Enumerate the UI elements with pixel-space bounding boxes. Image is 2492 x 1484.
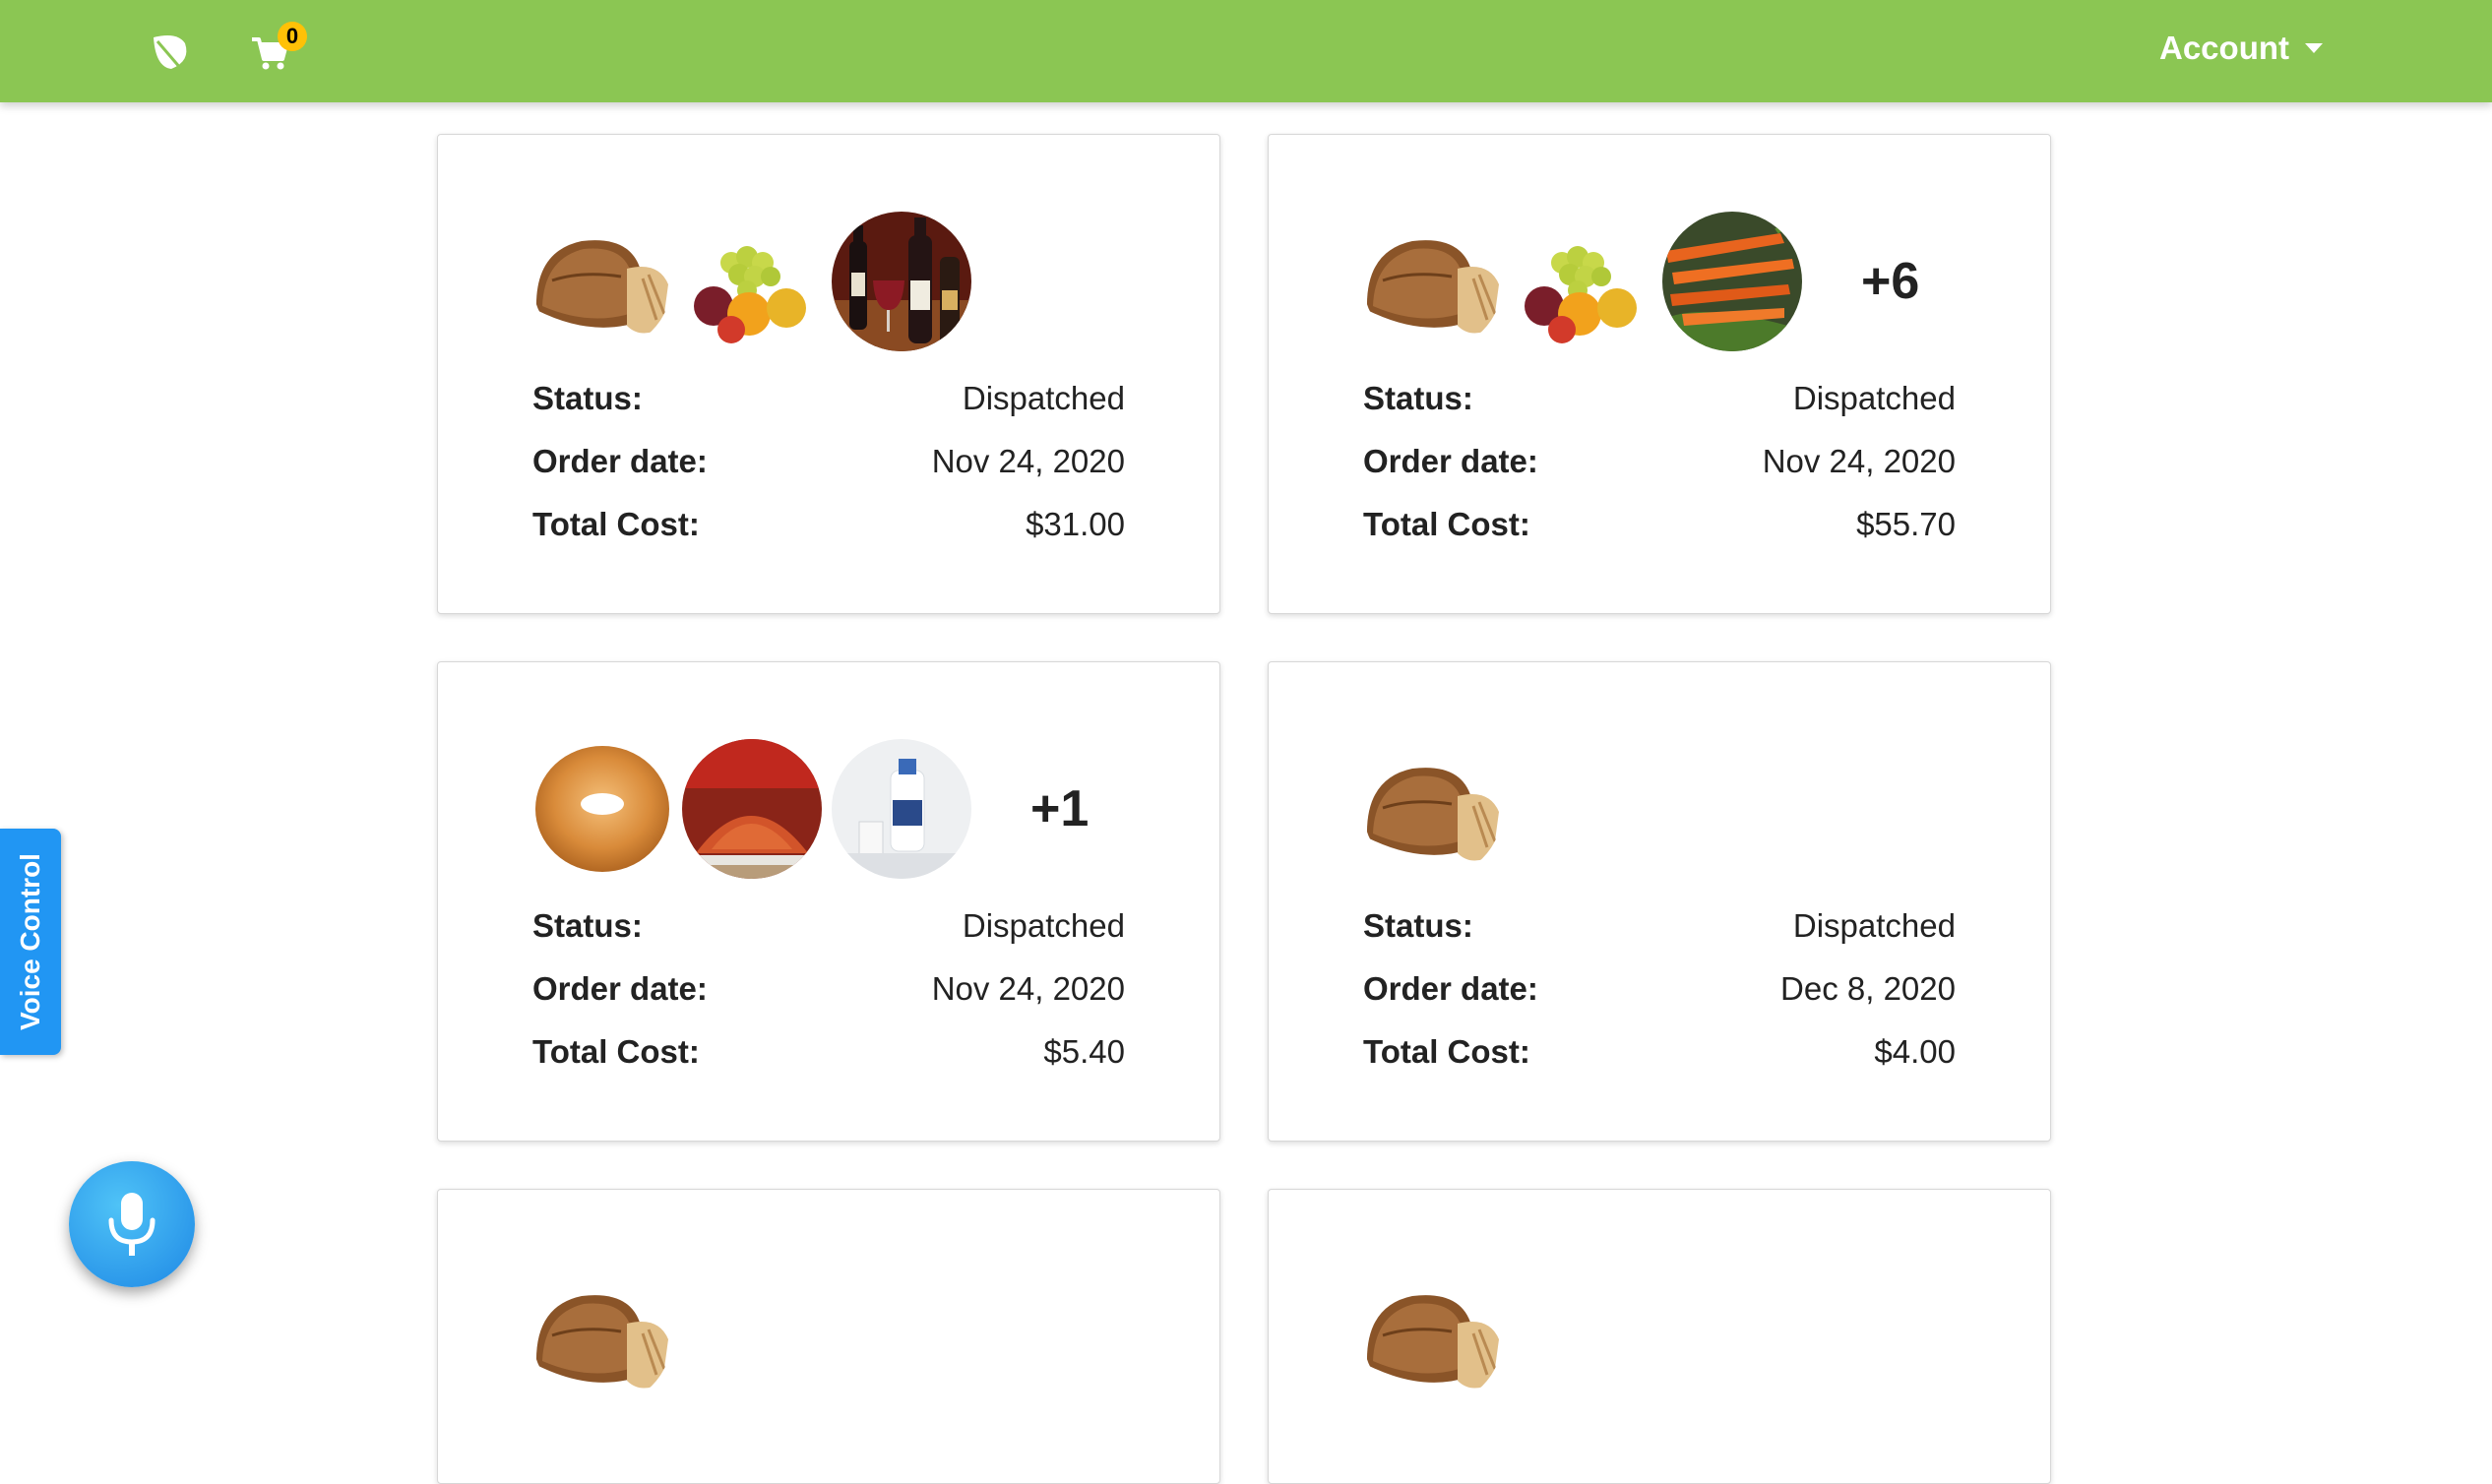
account-dropdown[interactable]: Account xyxy=(2159,30,2323,67)
bread-thumbnail xyxy=(1363,212,1503,351)
order-date-row: Order date: Nov 24, 2020 xyxy=(532,430,1125,493)
status-value: Dispatched xyxy=(962,907,1125,944)
order-date-row: Order date: Nov 24, 2020 xyxy=(1363,430,1956,493)
status-row: Status: Dispatched xyxy=(1363,367,1956,430)
bread-thumbnail xyxy=(1363,1267,1503,1406)
cart-count-badge: 0 xyxy=(278,22,307,51)
status-row: Status: Dispatched xyxy=(532,367,1125,430)
order-date-value: Dec 8, 2020 xyxy=(1780,970,1956,1007)
status-row: Status: Dispatched xyxy=(532,895,1125,958)
order-date-row: Order date: Nov 24, 2020 xyxy=(532,958,1125,1020)
bread-thumbnail xyxy=(532,1267,672,1406)
order-date-row: Order date: Dec 8, 2020 xyxy=(1363,958,1956,1020)
total-cost-row: Total Cost: $5.40 xyxy=(532,1020,1125,1083)
status-label: Status: xyxy=(1363,907,1473,944)
status-value: Dispatched xyxy=(1792,380,1956,416)
order-items: +1 xyxy=(532,739,1089,879)
voice-control-tab[interactable]: Voice Control xyxy=(0,829,61,1055)
order-card[interactable]: Status: Dispatched Order date: Nov 24, 2… xyxy=(437,134,1220,614)
status-label: Status: xyxy=(1363,380,1473,416)
status-label: Status: xyxy=(532,907,643,944)
total-cost-row: Total Cost: $4.00 xyxy=(1363,1020,1956,1083)
order-items xyxy=(1363,1267,1503,1406)
paprika-thumbnail xyxy=(682,739,822,879)
fruit-thumbnail xyxy=(682,212,822,351)
wine-thumbnail xyxy=(832,212,971,351)
microphone-button[interactable] xyxy=(69,1161,195,1287)
carrots-thumbnail xyxy=(1662,212,1802,351)
order-card[interactable] xyxy=(437,1189,1220,1484)
order-date-label: Order date: xyxy=(1363,970,1538,1007)
bagel-thumbnail xyxy=(532,739,672,879)
order-date-label: Order date: xyxy=(532,970,708,1007)
total-cost-value: $5.40 xyxy=(1043,1033,1125,1070)
order-card[interactable]: Status: Dispatched Order date: Dec 8, 20… xyxy=(1268,661,2051,1142)
order-date-value: Nov 24, 2020 xyxy=(931,443,1125,479)
order-date-value: Nov 24, 2020 xyxy=(1762,443,1956,479)
order-card[interactable]: +6 Status: Dispatched Order date: Nov 24… xyxy=(1268,134,2051,614)
total-cost-value: $55.70 xyxy=(1856,506,1956,542)
total-cost-label: Total Cost: xyxy=(1363,1033,1530,1070)
order-items xyxy=(532,212,971,351)
caret-down-icon xyxy=(2305,43,2323,53)
total-cost-row: Total Cost: $31.00 xyxy=(532,493,1125,556)
more-items-count: +6 xyxy=(1861,253,1920,310)
status-row: Status: Dispatched xyxy=(1363,895,1956,958)
cart-button[interactable]: 0 xyxy=(250,22,309,75)
leaf-icon[interactable] xyxy=(148,30,191,73)
total-cost-value: $4.00 xyxy=(1874,1033,1956,1070)
bread-thumbnail xyxy=(1363,739,1503,879)
order-items: +6 xyxy=(1363,212,1919,351)
order-date-value: Nov 24, 2020 xyxy=(931,970,1125,1007)
total-cost-label: Total Cost: xyxy=(532,506,700,542)
total-cost-label: Total Cost: xyxy=(1363,506,1530,542)
status-value: Dispatched xyxy=(962,380,1125,416)
more-items-count: +1 xyxy=(1030,780,1090,837)
order-items xyxy=(1363,739,1503,879)
total-cost-label: Total Cost: xyxy=(532,1033,700,1070)
voice-control-label: Voice Control xyxy=(15,853,45,1030)
fruit-thumbnail xyxy=(1513,212,1652,351)
milk-thumbnail xyxy=(832,739,971,879)
total-cost-value: $31.00 xyxy=(1026,506,1125,542)
status-label: Status: xyxy=(532,380,643,416)
order-date-label: Order date: xyxy=(1363,443,1538,479)
bread-thumbnail xyxy=(532,212,672,351)
order-card[interactable]: +1 Status: Dispatched Order date: Nov 24… xyxy=(437,661,1220,1142)
order-card[interactable] xyxy=(1268,1189,2051,1484)
order-date-label: Order date: xyxy=(532,443,708,479)
total-cost-row: Total Cost: $55.70 xyxy=(1363,493,1956,556)
order-items xyxy=(532,1267,672,1406)
microphone-icon xyxy=(108,1193,156,1256)
account-label: Account xyxy=(2159,30,2289,66)
status-value: Dispatched xyxy=(1792,907,1956,944)
top-navbar: 0 Account xyxy=(0,0,2492,102)
